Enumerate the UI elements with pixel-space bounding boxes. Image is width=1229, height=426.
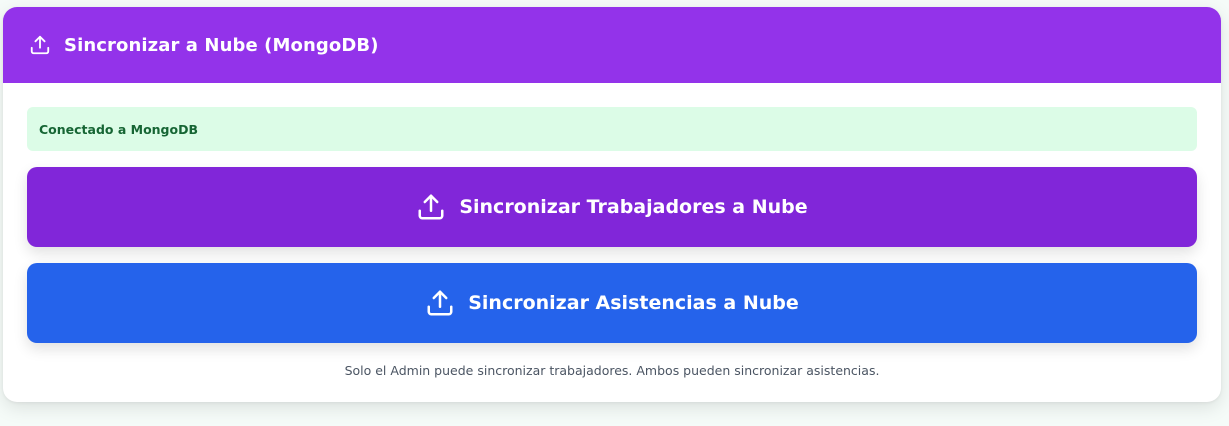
upload-icon [425, 288, 455, 318]
sync-attendance-button[interactable]: Sincronizar Asistencias a Nube [27, 263, 1197, 343]
card-header: Sincronizar a Nube (MongoDB) [3, 7, 1221, 83]
connection-status-text: Conectado a MongoDB [39, 121, 198, 137]
card-body: Conectado a MongoDB Sincronizar Trabajad… [3, 83, 1221, 378]
sync-workers-button[interactable]: Sincronizar Trabajadores a Nube [27, 167, 1197, 247]
upload-icon [29, 34, 51, 56]
permissions-note: Solo el Admin puede sincronizar trabajad… [344, 363, 880, 378]
sync-workers-label: Sincronizar Trabajadores a Nube [459, 196, 808, 218]
card-title: Sincronizar a Nube (MongoDB) [64, 34, 379, 56]
connection-status-alert: Conectado a MongoDB [27, 107, 1197, 151]
upload-icon [416, 192, 446, 222]
sync-attendance-label: Sincronizar Asistencias a Nube [468, 292, 799, 314]
sync-card: Sincronizar a Nube (MongoDB) Conectado a… [3, 7, 1221, 402]
